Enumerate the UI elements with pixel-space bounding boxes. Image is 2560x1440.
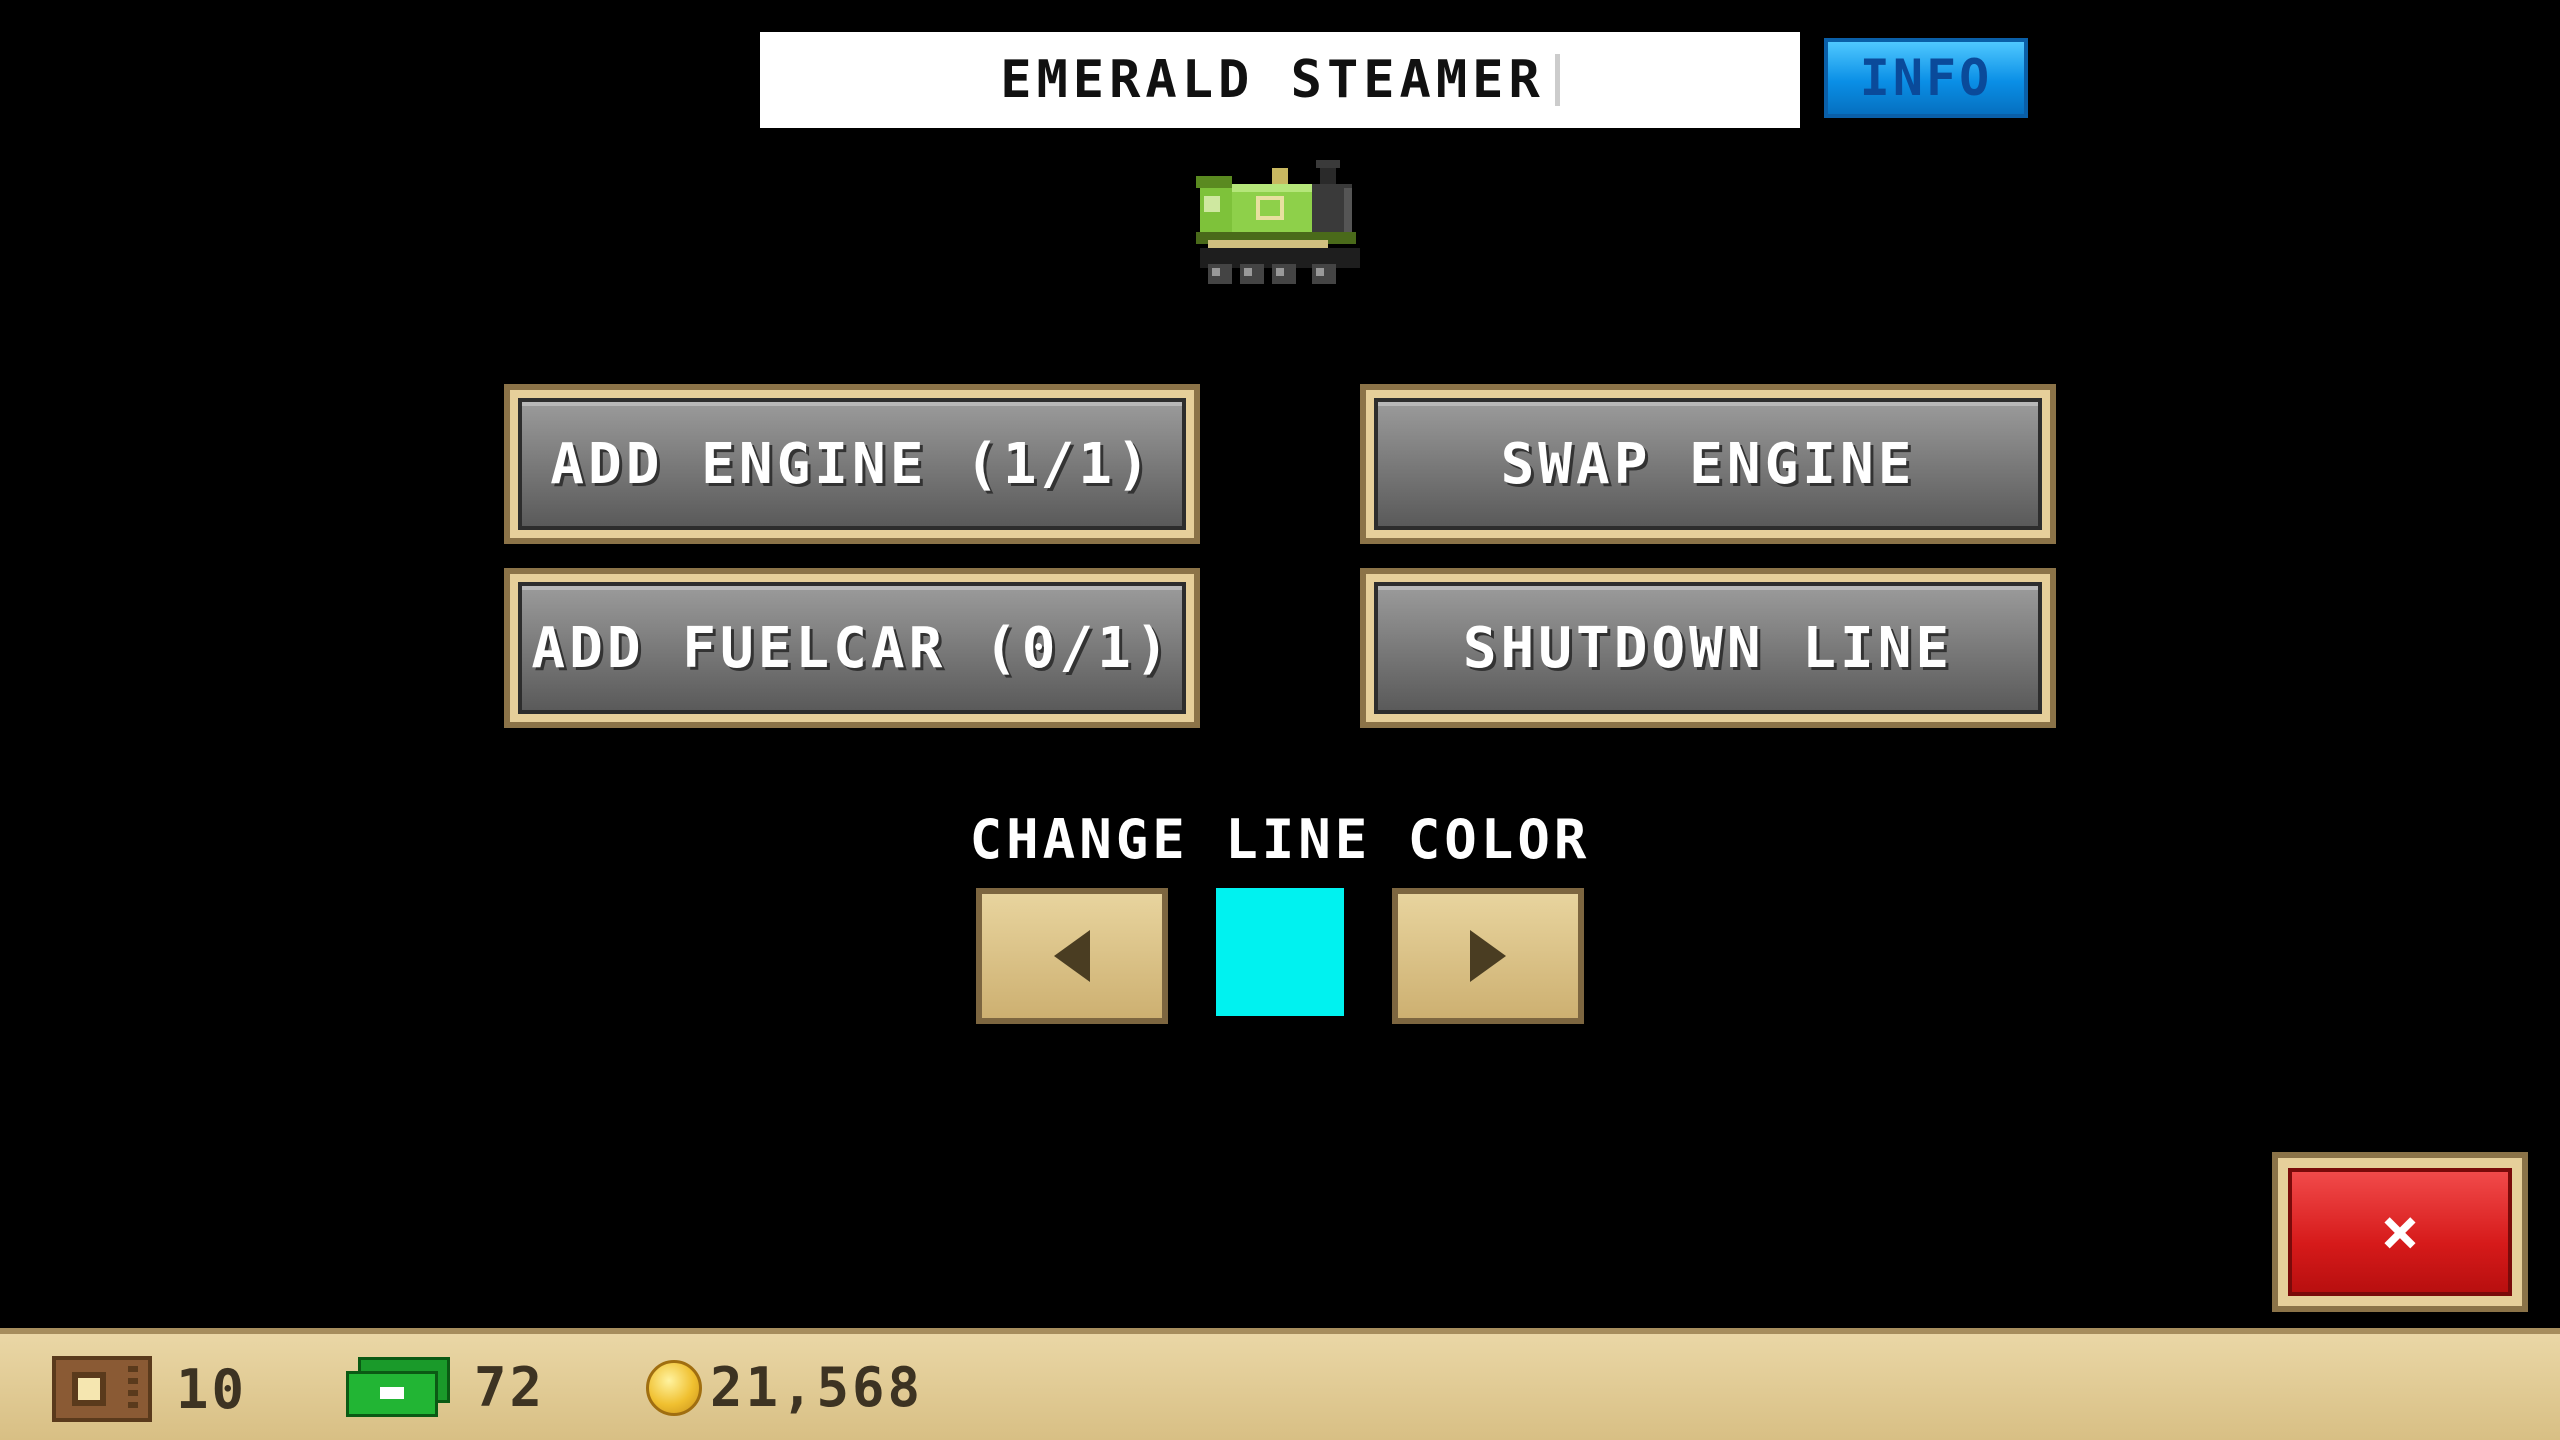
add-fuelcar-label: ADD FUELCAR (0/1) [531, 615, 1173, 681]
add-fuelcar-button[interactable]: ADD FUELCAR (0/1) [504, 568, 1200, 728]
swap-engine-button[interactable]: SWAP ENGINE [1360, 384, 2056, 544]
resource-bar: 10 72 21,568 [0, 1328, 2560, 1440]
train-name-text: EMERALD STEAMER [1000, 50, 1545, 110]
locomotive-icon [1196, 160, 1360, 284]
shutdown-line-button[interactable]: SHUTDOWN LINE [1360, 568, 2056, 728]
info-button[interactable]: INFO [1824, 38, 2028, 118]
cash-icon [346, 1356, 450, 1419]
ticket-icon [52, 1356, 152, 1422]
arrow-right-icon [1470, 930, 1506, 982]
add-engine-label: ADD ENGINE (1/1) [550, 431, 1154, 497]
tickets-value: 10 [176, 1357, 248, 1421]
add-engine-button[interactable]: ADD ENGINE (1/1) [504, 384, 1200, 544]
change-line-color-heading: CHANGE LINE COLOR [969, 808, 1591, 871]
next-color-button[interactable] [1392, 888, 1584, 1024]
arrow-left-icon [1054, 930, 1090, 982]
tickets-counter: 10 [52, 1356, 247, 1422]
train-name-field[interactable]: EMERALD STEAMER [760, 32, 1800, 128]
swap-engine-label: SWAP ENGINE [1500, 431, 1916, 497]
text-caret [1554, 54, 1560, 106]
cash-value: 72 [474, 1356, 546, 1419]
previous-color-button[interactable] [976, 888, 1168, 1024]
info-button-label: INFO [1859, 49, 1993, 107]
close-icon: × [2380, 1195, 2420, 1269]
close-button[interactable]: × [2272, 1152, 2528, 1312]
coins-counter: 21,568 [646, 1356, 923, 1419]
cash-counter: 72 [346, 1356, 545, 1419]
coin-icon [646, 1359, 702, 1416]
line-color-swatch [1216, 888, 1344, 1016]
coins-value: 21,568 [710, 1356, 924, 1419]
shutdown-line-label: SHUTDOWN LINE [1462, 615, 1954, 681]
